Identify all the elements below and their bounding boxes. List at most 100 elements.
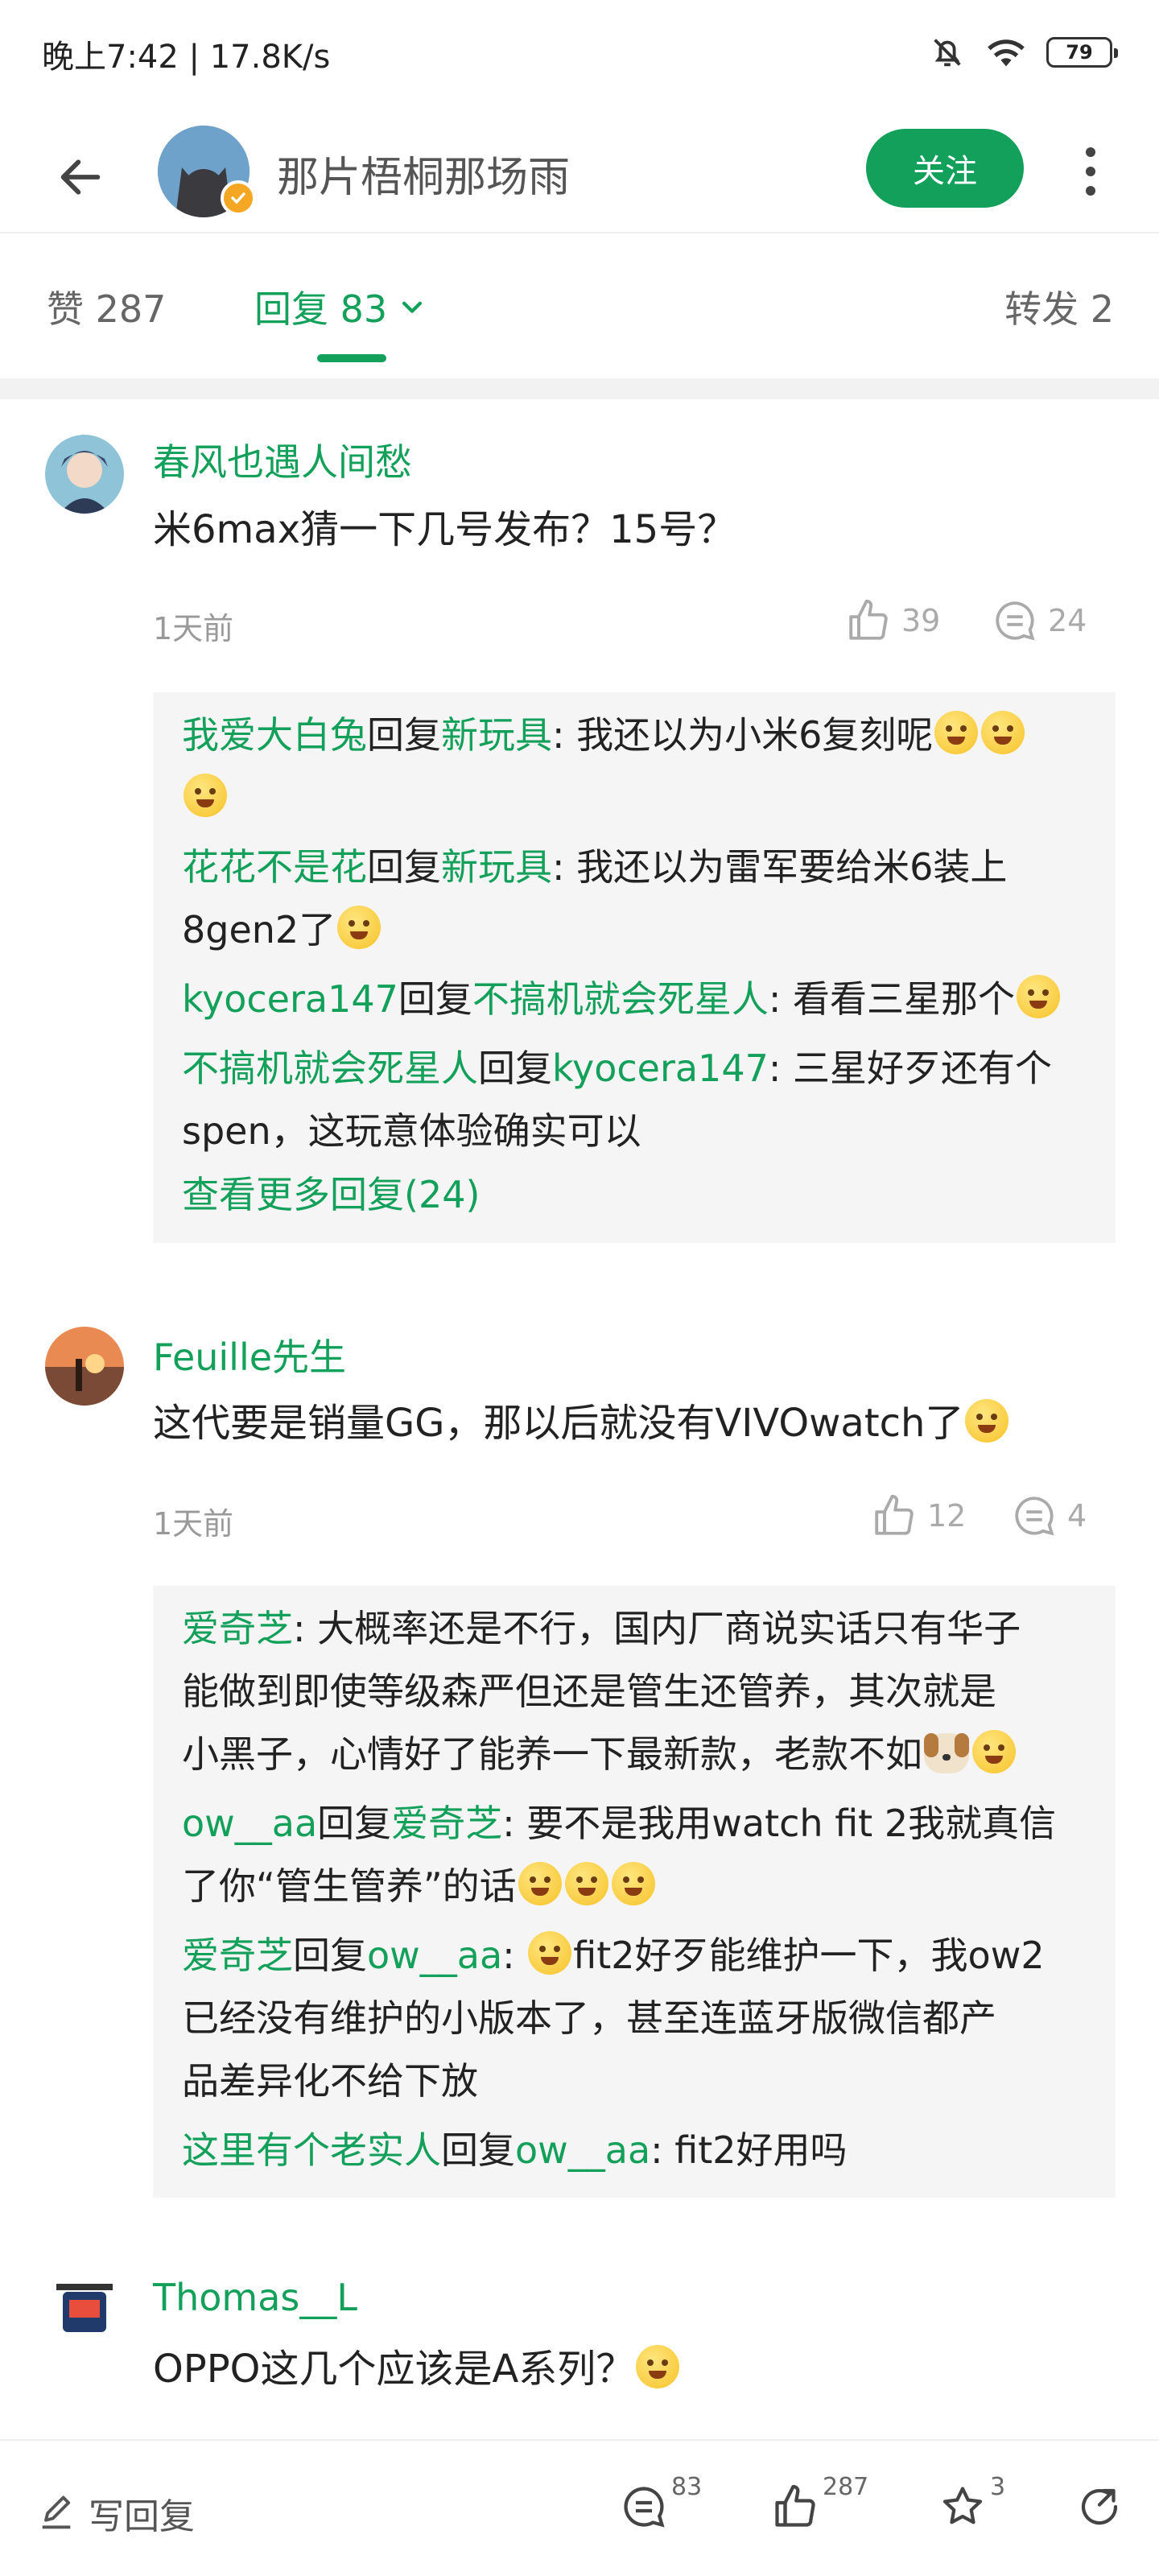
sub-reply-verb: 回复 xyxy=(367,713,441,757)
tab-forwards[interactable]: 转发 2 xyxy=(1004,280,1114,333)
back-button[interactable] xyxy=(48,145,113,209)
sub-reply-target[interactable]: kyocera147 xyxy=(552,1046,769,1090)
sub-reply[interactable]: 爱奇芝回复ow__aa: fit2好歹能维护一下，我ow2 已经没有维护的小版本了… xyxy=(182,1924,1087,2112)
bottom-share-button[interactable] xyxy=(1075,2483,1124,2531)
sub-reply[interactable]: ow__aa回复爱奇芝: 要不是我用watch fit 2我就真信 了你“管生管养… xyxy=(182,1792,1087,1918)
tab-likes[interactable]: 赞 287 xyxy=(47,280,166,333)
comment-like-count: 12 xyxy=(927,1498,967,1534)
interaction-tabs: 赞 287 回复 83 转发 2 xyxy=(0,242,1159,378)
commenter-avatar[interactable] xyxy=(45,1327,124,1406)
sub-reply-target[interactable]: 不搞机就会死星人 xyxy=(472,977,769,1021)
comment-like-button[interactable]: 12 xyxy=(871,1492,966,1539)
battery-indicator: 79 xyxy=(1046,37,1118,68)
laugh-cry-emoji-icon xyxy=(981,711,1025,754)
sub-reply-text: 能做到即使等级森严但还是管生还管养，其次就是 xyxy=(182,1670,996,1713)
sub-reply-verb: 回复 xyxy=(478,1046,552,1090)
bottom-like-button[interactable]: 287 xyxy=(771,2473,868,2531)
author-name[interactable]: 那片梧桐那场雨 xyxy=(277,143,570,204)
comment-reply-button[interactable]: 4 xyxy=(1011,1492,1087,1539)
comment-time: 1天前 xyxy=(153,1506,234,1542)
sub-reply[interactable]: kyocera147回复不搞机就会死星人: 看看三星那个 xyxy=(182,968,1087,1030)
sub-replies-box: 爱奇芝: 大概率还是不行，国内厂商说实话只有华子 能做到即使等级森严但还是管生还管… xyxy=(153,1586,1116,2198)
frown-emoji-icon xyxy=(518,1862,562,1905)
sub-reply[interactable]: 爱奇芝: 大概率还是不行，国内厂商说实话只有华子 能做到即使等级森严但还是管生还管… xyxy=(182,1597,1087,1785)
bottom-like-count: 287 xyxy=(823,2473,869,2501)
sub-reply-text: : 看看三星那个 xyxy=(768,977,1015,1021)
sub-reply-target[interactable]: 爱奇芝 xyxy=(391,1802,502,1845)
status-time: 晚上7:42 | 17.8K/s xyxy=(42,39,331,76)
comment-text: 这代要是销量GG，那以后就没有VIVOwatch了 xyxy=(153,1401,964,1446)
sunglasses-laugh-emoji-icon xyxy=(1016,975,1060,1018)
sub-reply-user[interactable]: 花花不是花 xyxy=(182,845,367,889)
bottom-comment-button[interactable]: 83 xyxy=(620,2473,702,2531)
more-options-icon[interactable] xyxy=(1070,135,1111,208)
post-header: 那片梧桐那场雨 关注 xyxy=(0,113,1159,233)
laugh-cry-emoji-icon xyxy=(528,1931,572,1975)
sub-reply-user[interactable]: 我爱大白兔 xyxy=(182,713,367,757)
sunglasses-laugh-emoji-icon xyxy=(636,2345,680,2388)
share-icon xyxy=(1081,2488,1118,2525)
sub-reply-user[interactable]: 这里有个老实人 xyxy=(182,2128,441,2172)
sub-reply-verb: 回复 xyxy=(317,1802,392,1845)
sub-reply-user[interactable]: 不搞机就会死星人 xyxy=(182,1046,478,1090)
comment-author[interactable]: 春风也遇人间愁 xyxy=(153,433,412,486)
comment-like-button[interactable]: 39 xyxy=(845,597,940,644)
verified-badge-icon xyxy=(221,180,256,216)
pencil-icon xyxy=(42,2496,71,2529)
star-icon xyxy=(942,2487,983,2524)
sub-reply-user[interactable]: 爱奇芝 xyxy=(182,1607,293,1650)
status-icons: 79 xyxy=(929,32,1118,72)
active-tab-indicator xyxy=(317,354,386,362)
sub-reply-text: : 三星好歹还有个 xyxy=(768,1046,1052,1090)
badge-avatar-image xyxy=(45,2274,124,2353)
comment-text: 米6max猜一下几号发布？15号？ xyxy=(153,507,736,552)
commenter-avatar[interactable] xyxy=(45,2274,124,2353)
sub-reply-verb: 回复 xyxy=(367,845,441,889)
anime-avatar-image xyxy=(45,435,124,514)
sub-reply-text: : fit2好用吗 xyxy=(650,2128,848,2172)
sub-reply-text: : 我还以为雷军要给米6装上 xyxy=(552,845,1008,889)
sub-reply-text: : 要不是我用watch fit 2我就真信 xyxy=(502,1802,1057,1845)
follow-button[interactable]: 关注 xyxy=(866,129,1024,208)
write-reply-button[interactable]: 写回复 xyxy=(35,2487,195,2539)
sub-reply-text: 8gen2了 xyxy=(182,908,336,952)
view-more-replies-link[interactable]: 查看更多回复(24) xyxy=(182,1162,1087,1227)
sub-replies-box: 我爱大白兔回复新玩具: 我还以为小米6复刻呢 花花不是花回复新玩具: 我还以为雷… xyxy=(153,692,1116,1243)
sub-reply-target[interactable]: ow__aa xyxy=(515,2128,650,2172)
comment-text-row: OPPO这几个应该是A系列？ xyxy=(153,2337,681,2393)
bottom-comment-count: 83 xyxy=(671,2473,703,2501)
comment-author[interactable]: Feuille先生 xyxy=(153,1328,346,1381)
sub-reply-verb: 回复 xyxy=(441,2128,515,2172)
thumbs-up-icon xyxy=(875,1494,914,1535)
sub-reply-verb: 回复 xyxy=(398,977,472,1021)
shy-smile-emoji-icon xyxy=(965,1399,1009,1443)
laugh-cry-emoji-icon xyxy=(934,711,979,754)
arrow-left-icon xyxy=(60,159,101,195)
sub-reply-verb: 回复 xyxy=(293,1934,367,1977)
sub-reply[interactable]: 这里有个老实人回复ow__aa: fit2好用吗 xyxy=(182,2119,1087,2182)
sub-reply-text: spen，这玩意体验确实可以 xyxy=(182,1109,641,1153)
sub-reply-text: 已经没有维护的小版本了，甚至连蓝牙版微信都产 xyxy=(182,1996,996,2040)
comment-bubble-icon xyxy=(996,601,1035,641)
sub-reply-user[interactable]: ow__aa xyxy=(182,1802,317,1845)
sub-reply[interactable]: 我爱大白兔回复新玩具: 我还以为小米6复刻呢 xyxy=(182,704,1087,829)
dog-emoji-icon xyxy=(924,1733,969,1773)
sub-reply-target[interactable]: ow__aa xyxy=(367,1934,502,1977)
tab-replies[interactable]: 回复 83 xyxy=(254,280,426,333)
sub-reply-target[interactable]: 新玩具 xyxy=(441,713,552,757)
sub-reply-user[interactable]: kyocera147 xyxy=(182,977,398,1021)
comment-text-row: 这代要是销量GG，那以后就没有VIVOwatch了 xyxy=(153,1391,1010,1447)
write-reply-label: 写回复 xyxy=(89,2496,195,2537)
comment-like-count: 39 xyxy=(901,603,941,638)
bottom-action-bar: 写回复 83 287 3 xyxy=(0,2439,1159,2576)
sub-reply-target[interactable]: 新玩具 xyxy=(441,845,552,889)
chevron-down-icon xyxy=(402,301,423,313)
thumbs-up-icon xyxy=(775,2484,815,2527)
comment-reply-button[interactable]: 24 xyxy=(992,597,1087,644)
sub-reply[interactable]: 不搞机就会死星人回复kyocera147: 三星好歹还有个 spen，这玩意体验确… xyxy=(182,1037,1087,1162)
comment-author[interactable]: Thomas__L xyxy=(153,2276,357,2319)
sub-reply[interactable]: 花花不是花回复新玩具: 我还以为雷军要给米6装上 8gen2了 xyxy=(182,836,1087,961)
sub-reply-user[interactable]: 爱奇芝 xyxy=(182,1934,293,1977)
bottom-favorite-button[interactable]: 3 xyxy=(938,2473,1005,2531)
commenter-avatar[interactable] xyxy=(45,435,124,514)
